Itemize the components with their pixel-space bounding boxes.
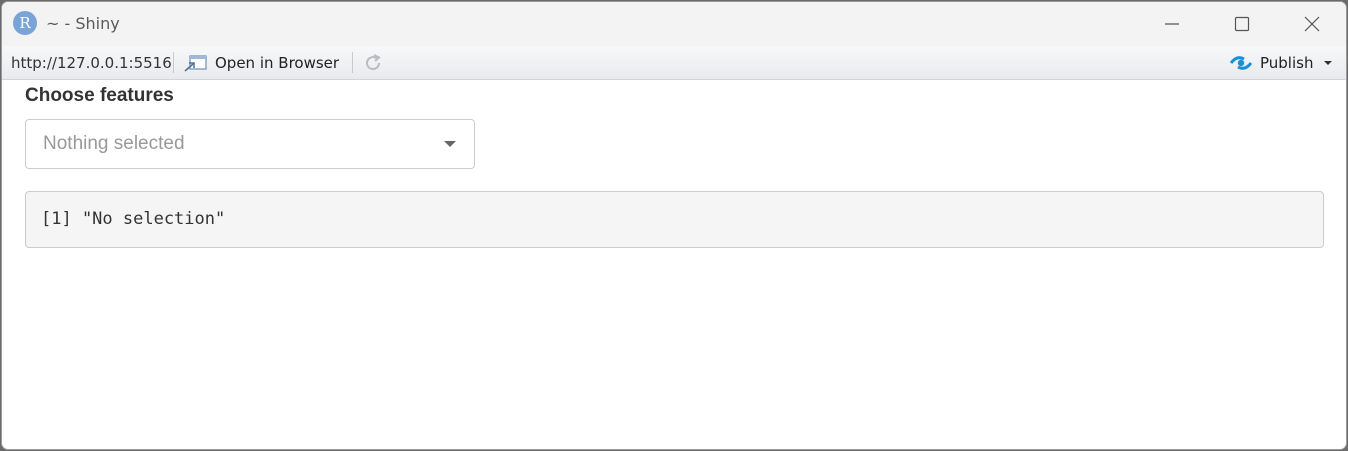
minimize-icon bbox=[1165, 23, 1179, 25]
refresh-button[interactable] bbox=[362, 52, 384, 79]
minimize-button[interactable] bbox=[1137, 2, 1207, 46]
publish-dropdown-icon[interactable] bbox=[1323, 59, 1333, 67]
features-select[interactable]: Nothing selected bbox=[25, 119, 475, 169]
r-logo-icon: R bbox=[13, 11, 37, 35]
window-title: ~ - Shiny bbox=[46, 14, 120, 33]
viewer-toolbar: http://127.0.0.1:5516 Open in Browser Pu… bbox=[2, 46, 1346, 80]
publish-icon bbox=[1229, 56, 1253, 70]
open-in-browser-button[interactable]: Open in Browser bbox=[184, 51, 339, 75]
select-placeholder: Nothing selected bbox=[43, 133, 185, 154]
shiny-window: R ~ - Shiny http://127.0.0.1:5516 Open i… bbox=[1, 1, 1347, 450]
title-bar: R ~ - Shiny bbox=[2, 2, 1346, 46]
close-button[interactable] bbox=[1277, 2, 1346, 46]
maximize-icon bbox=[1234, 16, 1250, 32]
toolbar-separator bbox=[173, 52, 174, 73]
publish-label: Publish bbox=[1260, 54, 1314, 72]
verbatim-text-output: [1] "No selection" bbox=[25, 191, 1324, 248]
url-display: http://127.0.0.1:5516 bbox=[11, 54, 172, 72]
open-in-browser-icon bbox=[184, 55, 207, 72]
close-icon bbox=[1304, 16, 1320, 32]
toolbar-separator bbox=[352, 52, 353, 73]
output-text: [1] "No selection" bbox=[41, 209, 226, 229]
refresh-icon bbox=[366, 54, 381, 71]
choose-features-label: Choose features bbox=[25, 85, 174, 106]
publish-button[interactable]: Publish bbox=[1228, 51, 1333, 75]
open-in-browser-label: Open in Browser bbox=[215, 54, 340, 72]
chevron-down-icon bbox=[444, 141, 456, 147]
maximize-button[interactable] bbox=[1207, 2, 1277, 46]
